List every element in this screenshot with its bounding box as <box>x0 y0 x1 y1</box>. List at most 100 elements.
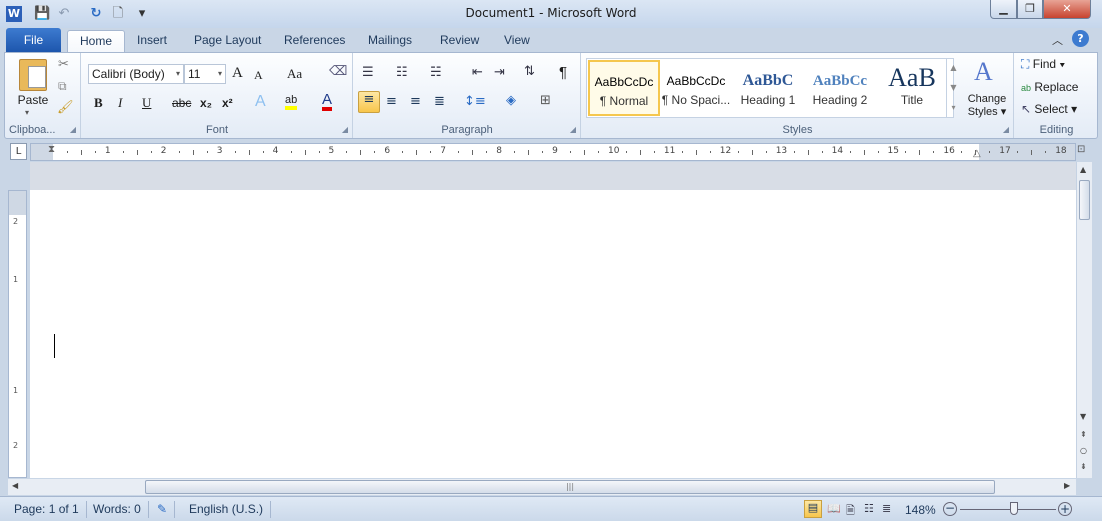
vertical-scroll-thumb[interactable] <box>1079 180 1090 220</box>
proofing-icon[interactable]: ✎ <box>150 501 176 518</box>
style-heading-2[interactable]: AaBbCc Heading 2 <box>804 61 876 117</box>
underline-button[interactable]: U <box>142 95 151 111</box>
zoom-out-button[interactable]: − <box>943 502 957 516</box>
format-painter-icon[interactable]: 🖌 <box>57 100 74 115</box>
align-center-icon[interactable]: ≡ <box>386 94 397 109</box>
font-launcher-icon[interactable]: ◢ <box>342 125 348 134</box>
styles-scroll[interactable]: ▲ ▼ ▾ <box>946 58 960 118</box>
tab-references[interactable]: References <box>272 30 357 52</box>
line-spacing-icon[interactable]: ↕≡ <box>464 94 486 109</box>
tab-page-layout[interactable]: Page Layout <box>182 30 273 52</box>
highlight-button[interactable]: ab <box>285 94 298 110</box>
justify-icon[interactable]: ≣ <box>434 94 445 109</box>
scroll-right-icon[interactable]: ▶ <box>1064 481 1070 490</box>
horizontal-ruler[interactable]: 1 2 3 4 5 6 7 8 9 10 11 12 13 14 15 16 17 18 ⧗ △ <box>30 143 1076 161</box>
zoom-slider-thumb[interactable] <box>1009 502 1018 515</box>
next-page-icon[interactable]: ⇟ <box>1080 462 1087 471</box>
document-page[interactable] <box>30 190 1076 478</box>
select-browse-object-icon[interactable]: ○ <box>1080 446 1087 455</box>
styles-launcher-icon[interactable]: ◢ <box>1003 125 1009 134</box>
window-title: Document1 - Microsoft Word <box>465 6 637 20</box>
select-button[interactable]: ↖ Select ▾ <box>1021 102 1077 116</box>
restore-button[interactable]: ❐ <box>1017 0 1043 19</box>
scroll-left-icon[interactable]: ◀ <box>12 481 18 490</box>
grow-font-button[interactable]: A <box>232 65 243 82</box>
paragraph-launcher-icon[interactable]: ◢ <box>570 125 576 134</box>
replace-button[interactable]: ab Replace <box>1021 80 1078 94</box>
cut-icon[interactable]: ✂ <box>58 57 69 72</box>
word-count[interactable]: Words: 0 <box>86 501 149 518</box>
style-title[interactable]: AaB Title <box>876 61 948 117</box>
tab-mailings[interactable]: Mailings <box>356 30 424 52</box>
font-name-select[interactable]: Calibri (Body) ▾ <box>88 64 184 84</box>
previous-page-icon[interactable]: ⇞ <box>1080 430 1087 439</box>
zoom-slider[interactable] <box>960 509 1056 510</box>
font-size-select[interactable]: 11 ▾ <box>184 64 226 84</box>
horizontal-scroll-thumb[interactable]: ||| <box>145 480 995 494</box>
style-heading-1[interactable]: AaBbC Heading 1 <box>732 61 804 117</box>
strikethrough-button[interactable]: abc <box>172 96 191 110</box>
subscript-button[interactable]: x₂ <box>200 96 212 110</box>
ruler-tick <box>849 151 851 153</box>
align-right-icon[interactable]: ≡ <box>410 94 421 109</box>
zoom-level[interactable]: 148% <box>905 503 936 517</box>
find-button[interactable]: ⛶ Find ▾ <box>1021 57 1065 72</box>
tab-home[interactable]: Home <box>67 30 126 52</box>
full-screen-reading-icon[interactable]: 📖 <box>827 502 841 515</box>
paste-button[interactable]: Paste <box>15 93 51 107</box>
draft-icon[interactable]: ≣ <box>882 502 891 515</box>
shading-icon[interactable]: ◈ <box>506 93 516 108</box>
align-left-button[interactable]: ≡ <box>358 91 380 113</box>
language[interactable]: English (U.S.) <box>182 501 272 518</box>
superscript-button[interactable]: x² <box>222 96 233 110</box>
scroll-up-icon[interactable]: ▲ <box>1080 165 1086 174</box>
text-effects-button[interactable]: A <box>255 93 266 111</box>
horizontal-scrollbar[interactable]: ◀ ||| ▶ <box>8 479 1076 495</box>
borders-icon[interactable]: ⊞ <box>540 93 551 108</box>
tab-view[interactable]: View <box>492 30 542 52</box>
vertical-scrollbar[interactable]: ▲ ▼ ⇞ ○ ⇟ <box>1076 162 1092 478</box>
shrink-font-button[interactable]: A <box>254 68 263 83</box>
change-case-button[interactable]: Aa <box>287 66 302 82</box>
view-ruler-icon[interactable]: ⊡ <box>1077 144 1091 160</box>
page-count[interactable]: Page: 1 of 1 <box>7 501 87 518</box>
help-icon[interactable]: ? <box>1072 30 1089 47</box>
font-color-button[interactable]: A <box>322 92 333 111</box>
outline-icon[interactable]: ☷ <box>864 502 874 515</box>
group-font: Calibri (Body) ▾ 11 ▾ A A Aa ⌫ B I U abc x… <box>82 53 353 138</box>
web-layout-icon[interactable]: 🗎 <box>846 502 855 521</box>
decrease-indent-icon[interactable]: ⇤ <box>472 65 483 80</box>
collapse-ribbon-icon[interactable]: ︿ <box>1052 32 1063 48</box>
style-normal[interactable]: AaBbCcDc ¶ Normal <box>588 60 660 116</box>
tab-selector[interactable]: L <box>10 143 27 160</box>
tab-insert[interactable]: Insert <box>125 30 179 52</box>
clear-formatting-icon[interactable]: ⌫ <box>329 64 347 79</box>
print-layout-icon[interactable]: ▤ <box>804 500 822 518</box>
binoculars-icon: ⛶ <box>1021 57 1030 71</box>
italic-button[interactable]: I <box>118 95 122 111</box>
increase-indent-icon[interactable]: ⇥ <box>494 65 505 80</box>
bold-button[interactable]: B <box>94 95 103 111</box>
title-bar: W 💾 ↶ ↻ 🗋 ▾ Document1 - Microsoft Word ▁… <box>0 0 1102 28</box>
copy-icon[interactable]: ⧉ <box>58 79 67 94</box>
ruler-tick <box>737 151 739 153</box>
close-button[interactable]: ✕ <box>1043 0 1091 19</box>
clipboard-launcher-icon[interactable]: ◢ <box>70 125 76 134</box>
multilevel-list-icon[interactable]: ☵ <box>430 65 442 80</box>
bullets-icon[interactable]: ☰ <box>362 65 374 80</box>
sort-icon[interactable]: ⇅ <box>524 64 535 79</box>
scroll-down-icon[interactable]: ▼ <box>1080 412 1086 421</box>
numbering-icon[interactable]: ☷ <box>396 65 408 80</box>
zoom-in-button[interactable]: + <box>1058 502 1072 516</box>
minimize-button[interactable]: ▁ <box>990 0 1017 19</box>
ruler-number: 2 <box>160 146 167 156</box>
right-indent-marker[interactable]: △ <box>973 148 981 159</box>
change-styles-button[interactable]: Change Styles ▾ <box>962 93 1012 119</box>
tab-review[interactable]: Review <box>428 30 491 52</box>
ruler-tick <box>1017 151 1019 153</box>
vertical-ruler[interactable]: 2 1 1 2 <box>8 190 27 478</box>
paste-dropdown-icon[interactable]: ▾ <box>25 108 29 117</box>
show-formatting-button[interactable]: ¶ <box>559 64 567 81</box>
style-no-spacing[interactable]: AaBbCcDc ¶ No Spaci... <box>660 61 732 117</box>
indent-marker[interactable]: ⧗ <box>48 144 55 155</box>
